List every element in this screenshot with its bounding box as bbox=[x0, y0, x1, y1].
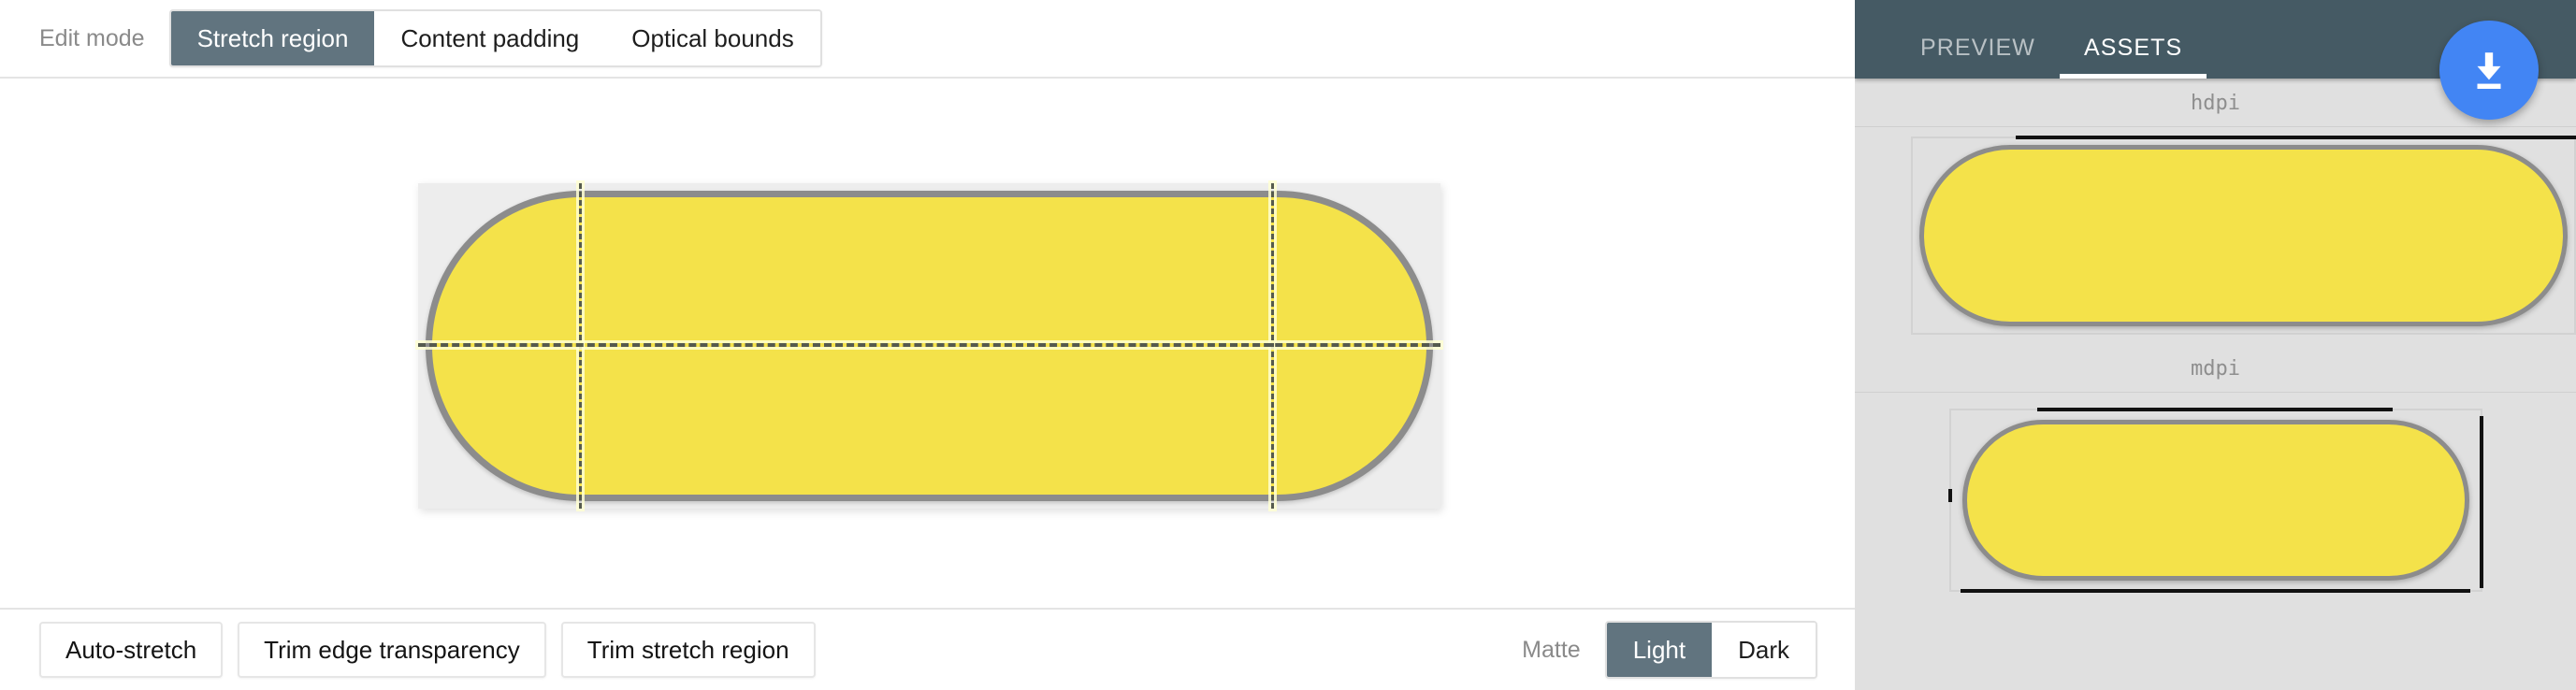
ninepatch-marker-bottom-mdpi bbox=[1960, 589, 2470, 593]
ninepatch-pill-hdpi bbox=[1919, 145, 2568, 326]
asset-density-label-mdpi: mdpi bbox=[1855, 344, 2576, 393]
edit-mode-content-padding[interactable]: Content padding bbox=[374, 11, 606, 65]
ninepatch-marker-top-mdpi bbox=[2036, 408, 2393, 411]
ninepatch-editor-window: Edit mode Stretch region Content padding… bbox=[0, 0, 2576, 690]
ninepatch-pill-mdpi bbox=[1961, 420, 2469, 581]
download-icon bbox=[2477, 52, 2501, 89]
download-button[interactable] bbox=[2439, 21, 2539, 120]
edit-mode-toolbar: Edit mode Stretch region Content padding… bbox=[0, 0, 1855, 79]
tools-toolbar: Auto-stretch Trim edge transparency Trim… bbox=[0, 610, 1855, 690]
ninepatch-marker-left-mdpi bbox=[1947, 489, 1952, 502]
trim-stretch-region-button[interactable]: Trim stretch region bbox=[560, 622, 816, 678]
asset-preview-hdpi[interactable] bbox=[1855, 127, 2576, 344]
matte-segmented-control[interactable]: Light Dark bbox=[1604, 621, 1817, 679]
ninepatch-canvas[interactable] bbox=[0, 79, 1855, 610]
matte-label: Matte bbox=[1522, 636, 1581, 663]
assets-pane-header: PREVIEW ASSETS bbox=[1855, 0, 2576, 120]
matte-light-button[interactable]: Light bbox=[1606, 623, 1713, 677]
asset-group-mdpi: mdpi bbox=[1855, 344, 2576, 608]
editor-pane: Edit mode Stretch region Content padding… bbox=[0, 0, 1855, 690]
asset-group-hdpi: hdpi bbox=[1855, 79, 2576, 344]
edit-mode-segmented-control[interactable]: Stretch region Content padding Optical b… bbox=[168, 9, 822, 67]
ninepatch-frame-mdpi bbox=[1947, 408, 2483, 593]
tab-assets[interactable]: ASSETS bbox=[2060, 35, 2207, 79]
ninepatch-pill-shape bbox=[426, 191, 1433, 501]
asset-preview-mdpi[interactable] bbox=[1855, 393, 2576, 608]
matte-dark-button[interactable]: Dark bbox=[1712, 623, 1816, 677]
auto-stretch-button[interactable]: Auto-stretch bbox=[39, 622, 224, 678]
edit-mode-label: Edit mode bbox=[39, 24, 145, 51]
trim-edge-transparency-button[interactable]: Trim edge transparency bbox=[238, 622, 546, 678]
tab-preview[interactable]: PREVIEW bbox=[1896, 35, 2060, 79]
ninepatch-frame-hdpi bbox=[1911, 136, 2576, 335]
ninepatch-marker-right-mdpi bbox=[2479, 416, 2483, 588]
edit-mode-stretch-region[interactable]: Stretch region bbox=[170, 11, 375, 65]
ninepatch-image-card[interactable] bbox=[418, 183, 1440, 509]
assets-pane: PREVIEW ASSETS hdpi mdpi bbox=[1855, 0, 2576, 690]
edit-mode-optical-bounds[interactable]: Optical bounds bbox=[605, 11, 820, 65]
assets-list[interactable]: hdpi mdpi bbox=[1855, 79, 2576, 690]
ninepatch-marker-top-hdpi bbox=[2016, 136, 2576, 139]
